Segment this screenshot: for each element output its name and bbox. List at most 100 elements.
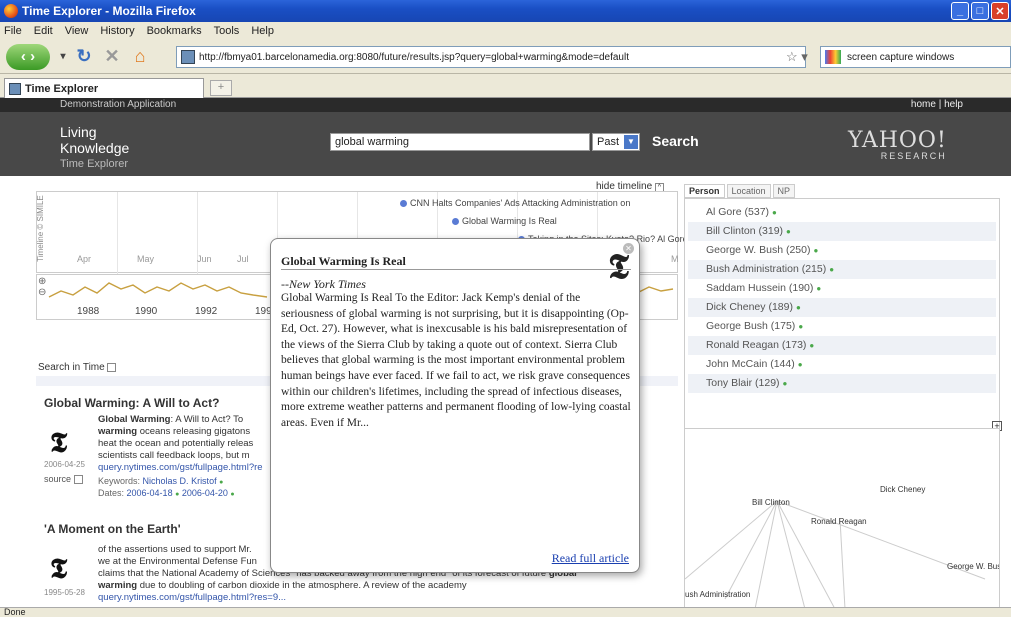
person-list: Al Gore (537) ● Bill Clinton (319) ● Georg… <box>684 198 1000 440</box>
result-snippet: Global Warming: A Will to Act? To warmin… <box>98 414 274 474</box>
tab-np[interactable]: NP <box>772 184 796 198</box>
history-dropdown-icon[interactable]: ▾ <box>56 45 70 69</box>
bookmark-star-icon[interactable]: ☆ ▾ <box>786 49 808 65</box>
demo-label: Demonstration Application <box>60 99 177 110</box>
date-link[interactable]: 2006-04-20 <box>182 488 228 498</box>
nyt-logo-icon: 𝕿 <box>50 552 68 585</box>
menu-view[interactable]: View <box>65 25 89 37</box>
result-keywords: Keywords: Nicholas D. Kristof ● <box>98 476 224 486</box>
menu-edit[interactable]: Edit <box>34 25 53 37</box>
graph-node[interactable]: George W. Bus <box>947 562 999 571</box>
timeline-credit: Timeline © SIMILE <box>35 195 45 262</box>
tab-person[interactable]: Person <box>684 184 725 198</box>
result-url[interactable]: query.nytimes.com/gst/fullpage.html?res=… <box>98 592 638 604</box>
address-bar[interactable]: http://fbmya01.barcelonamedia.org:8080/f… <box>176 46 806 68</box>
search-in-time-toggle[interactable]: Search in Time <box>38 362 117 373</box>
person-item[interactable]: George Bush (175) ● <box>688 317 996 336</box>
browser-search-box[interactable]: screen capture windows <box>820 46 1011 68</box>
back-forward-button[interactable]: ‹ › <box>6 43 50 70</box>
menu-help[interactable]: Help <box>251 25 274 37</box>
person-item[interactable]: Bill Clinton (319) ● <box>688 222 996 241</box>
home-help-links[interactable]: home | help <box>911 99 963 110</box>
result-title[interactable]: 'A Moment on the Earth' <box>44 522 181 536</box>
stop-icon[interactable]: ✕ <box>98 45 126 69</box>
yahoo-research-logo: YAHOO! RESEARCH <box>848 128 947 161</box>
menu-tools[interactable]: Tools <box>214 25 240 37</box>
result-title[interactable]: Global Warming: A Will to Act? <box>44 396 219 410</box>
date-link[interactable]: 2006-04-18 <box>127 488 173 498</box>
source-label: source <box>44 474 72 484</box>
window-title: Time Explorer - Mozilla Firefox <box>22 4 196 18</box>
result-date: 1995-05-28 <box>44 588 85 597</box>
zoom-in-icon[interactable]: ⊕ <box>38 276 46 287</box>
app-brand: Living Knowledge Time Explorer <box>60 124 129 172</box>
new-tab-button[interactable]: + <box>210 80 232 96</box>
window-controls: _ □ ✕ <box>951 2 1009 20</box>
reload-icon[interactable]: ↻ <box>70 45 98 69</box>
graph-node[interactable]: ush Administration <box>685 590 750 599</box>
home-icon[interactable]: ⌂ <box>126 45 154 69</box>
person-item[interactable]: Saddam Hussein (190) ● <box>688 279 996 298</box>
browser-search-text: screen capture windows <box>847 51 955 63</box>
url-text: http://fbmya01.barcelonamedia.org:8080/f… <box>199 51 629 63</box>
read-full-article-link[interactable]: Read full article <box>552 551 629 566</box>
result-dates: Dates: 2006-04-18 ● 2006-04-20 ● <box>98 488 235 498</box>
zoom-controls[interactable]: ⊕ ⊖ <box>38 276 46 298</box>
minimize-button[interactable]: _ <box>951 2 969 20</box>
entity-network-graph[interactable]: Dick Cheney Bill Clinton Ronald Reagan G… <box>684 428 1000 607</box>
menu-bookmarks[interactable]: Bookmarks <box>147 25 202 37</box>
year-label: 1988 <box>77 306 100 317</box>
google-icon <box>825 50 841 64</box>
tab-title: Time Explorer <box>25 82 99 95</box>
search-button[interactable]: Search <box>652 133 699 149</box>
menu-file[interactable]: File <box>4 25 22 37</box>
search-in-time-label: Search in Time <box>38 362 105 373</box>
brand-line-1: Living <box>60 124 97 140</box>
time-mode-select[interactable]: Past ▼ <box>592 133 640 151</box>
maximize-button[interactable]: □ <box>971 2 989 20</box>
app-header: Living Knowledge Time Explorer global wa… <box>0 112 1011 176</box>
graph-node[interactable]: Dick Cheney <box>880 485 925 494</box>
source-toggle[interactable]: source <box>44 474 83 485</box>
demo-bar: Demonstration Application home | help <box>0 98 1011 112</box>
graph-node[interactable]: Bill Clinton <box>752 498 790 507</box>
status-bar: Done <box>0 607 1011 617</box>
timeline-event[interactable]: Global Warming Is Real <box>452 216 557 226</box>
expand-icon <box>73 475 83 485</box>
brand-line-2: Knowledge <box>60 140 130 156</box>
timeline-event[interactable]: CNN Halts Companies' Ads Attacking Admin… <box>400 198 630 208</box>
person-item[interactable]: Dick Cheney (189) ● <box>688 298 996 317</box>
year-label: 1990 <box>135 306 158 317</box>
page-content: Demonstration Application home | help Li… <box>0 98 1011 607</box>
divider <box>281 269 631 270</box>
tab-location[interactable]: Location <box>726 184 771 198</box>
month-label: Jun <box>197 254 212 264</box>
chevron-down-icon: ▼ <box>624 135 638 149</box>
firefox-icon <box>4 4 18 18</box>
tab-time-explorer[interactable]: Time Explorer <box>4 78 204 98</box>
month-label: May <box>137 254 155 264</box>
person-item[interactable]: Bush Administration (215) ● <box>688 260 996 279</box>
result-date: 2006-04-25 <box>44 460 85 469</box>
result-url[interactable]: query.nytimes.com/gst/fullpage.html?re <box>98 462 274 474</box>
time-mode-value: Past <box>597 136 620 148</box>
person-item[interactable]: George W. Bush (250) ● <box>688 241 996 260</box>
tab-favicon-icon <box>9 82 21 95</box>
graph-node[interactable]: Ronald Reagan <box>811 517 867 526</box>
expand-icon <box>107 362 117 372</box>
query-input[interactable]: global warming <box>330 133 590 151</box>
yahoo-wordmark: YAHOO! <box>848 128 947 153</box>
site-favicon-icon <box>181 50 195 64</box>
person-item[interactable]: Tony Blair (129) ● <box>688 374 996 393</box>
close-window-button[interactable]: ✕ <box>991 2 1009 20</box>
keyword-link[interactable]: Nicholas D. Kristof <box>143 476 217 486</box>
popup-title: Global Warming Is Real <box>281 254 406 268</box>
month-label: Apr <box>77 254 92 264</box>
popup-body: Global Warming Is Real To the Editor: Ja… <box>281 292 631 429</box>
zoom-out-icon[interactable]: ⊖ <box>38 287 46 298</box>
person-item[interactable]: Ronald Reagan (173) ● <box>688 336 996 355</box>
person-item[interactable]: Al Gore (537) ● <box>688 203 996 222</box>
person-item[interactable]: John McCain (144) ● <box>688 355 996 374</box>
navigation-toolbar: ‹ › ▾ ↻ ✕ ⌂ http://fbmya01.barcelonamedi… <box>0 40 1011 74</box>
menu-history[interactable]: History <box>100 25 134 37</box>
